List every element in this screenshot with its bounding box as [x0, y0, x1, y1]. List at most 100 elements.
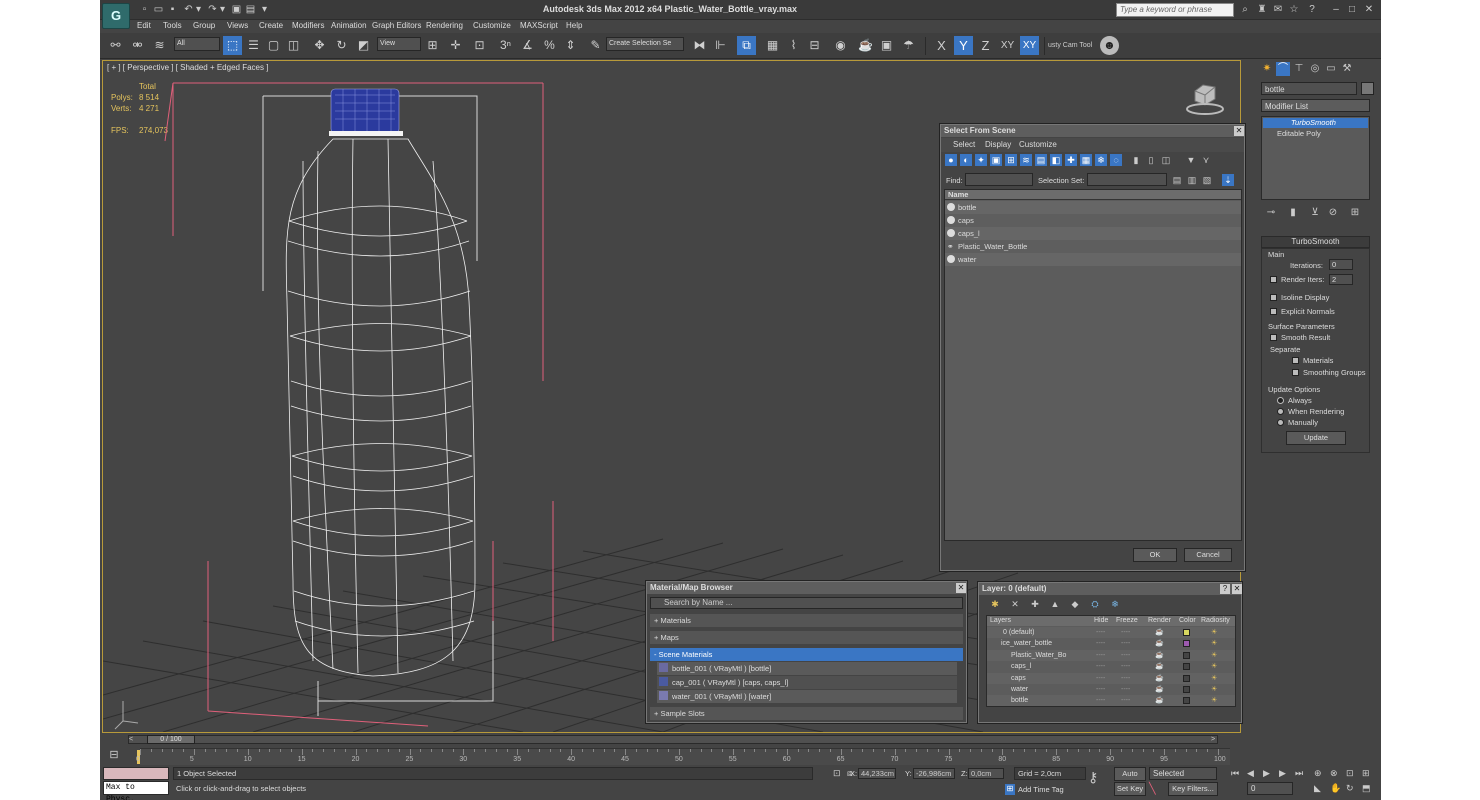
material-search-input[interactable]: Search by Name ... [650, 597, 963, 609]
col-freeze[interactable]: Freeze [1116, 616, 1138, 626]
snaps-toggle-icon[interactable]: 3ⁿ [496, 36, 515, 55]
save-file-icon[interactable]: ▪ [166, 3, 179, 16]
select-highlighted-icon[interactable]: ▲ [1049, 598, 1061, 610]
list-item[interactable]: caps [945, 214, 1241, 227]
freeze-toggle[interactable]: ---- [1121, 638, 1130, 649]
select-and-manipulate-icon[interactable]: ✛ [446, 36, 465, 55]
layer-row[interactable]: caps ---- ---- ☕ ☀ [987, 672, 1235, 684]
separate-smoothing-checkbox[interactable] [1292, 369, 1299, 376]
freeze-toggle[interactable]: ---- [1121, 650, 1130, 661]
spacewarp-filter-icon[interactable]: ≋ [1020, 154, 1032, 166]
find-input[interactable] [965, 173, 1033, 186]
remove-modifier-icon[interactable]: ⊘ [1326, 206, 1340, 220]
angle-snap-icon[interactable]: ∡ [518, 36, 537, 55]
key-icon[interactable]: ╲ [1149, 782, 1165, 796]
spinner-snap-icon[interactable]: ⇕ [561, 36, 580, 55]
prev-frame-icon[interactable]: < [129, 736, 133, 743]
render-teapot-icon[interactable]: ☕ [1155, 627, 1164, 638]
container-filter-icon[interactable]: ▦ [1080, 154, 1092, 166]
help-icon[interactable]: ? [1306, 3, 1318, 16]
shape-filter-icon[interactable]: ◐ [960, 154, 972, 166]
object-color-swatch[interactable] [1361, 82, 1374, 95]
percent-snap-icon[interactable]: % [540, 36, 559, 55]
frozen-filter-icon[interactable]: ❄ [1095, 154, 1107, 166]
next-frame-icon[interactable]: > [1211, 736, 1215, 743]
hidden-filter-icon[interactable]: ◌ [1110, 154, 1122, 166]
menu-modifiers[interactable]: Modifiers [292, 21, 324, 30]
curve-editor-icon[interactable]: ⌇ [784, 36, 803, 55]
set-key-mode-icon[interactable]: ⚷ [1088, 769, 1098, 786]
layer-color-swatch[interactable] [1183, 640, 1190, 648]
reference-coordinate-dropdown[interactable]: View [377, 37, 421, 51]
new-file-icon[interactable]: ▫ [138, 3, 151, 16]
menu-tools[interactable]: Tools [163, 21, 182, 30]
menu-create[interactable]: Create [259, 21, 283, 30]
group-maps[interactable]: + Maps [650, 631, 963, 644]
layer-color-swatch[interactable] [1183, 663, 1190, 671]
menu-help[interactable]: Help [566, 21, 582, 30]
named-selection-set-dropdown[interactable]: Create Selection Se [606, 37, 684, 51]
cancel-button[interactable]: Cancel [1184, 548, 1232, 562]
link-icon[interactable]: ⚯ [106, 36, 125, 55]
xref-filter-icon[interactable]: ◧ [1050, 154, 1062, 166]
menu-graph-editors[interactable]: Graph Editors [372, 21, 421, 30]
modifier-list-dropdown[interactable]: Modifier List [1261, 99, 1370, 112]
auto-key-button[interactable]: Auto Key [1114, 767, 1146, 790]
freeze-toggle[interactable]: ---- [1121, 673, 1130, 684]
window-crossing-icon[interactable]: ◫ [284, 36, 303, 55]
cam-tool-icon[interactable]: ☻ [1100, 36, 1119, 55]
open-file-icon[interactable]: ▭ [152, 3, 165, 16]
z-coord-field[interactable]: 0,0cm [968, 768, 1004, 779]
3dsmax-logo-icon[interactable]: G [102, 3, 130, 29]
menu-edit[interactable]: Edit [137, 21, 151, 30]
menu-customize[interactable]: Customize [473, 21, 511, 30]
material-browser-title[interactable]: Material/Map Browser [647, 582, 966, 594]
radiosity-icon[interactable]: ☀ [1211, 638, 1217, 649]
create-layer-icon[interactable]: ✱ [989, 598, 1001, 610]
layer-color-swatch[interactable] [1183, 651, 1190, 659]
name-column-header[interactable]: Name [945, 190, 1241, 200]
ok-button[interactable]: OK [1133, 548, 1177, 562]
list-item[interactable]: caps_l [945, 227, 1241, 240]
stack-item-editable-poly[interactable]: Editable Poly [1263, 129, 1368, 139]
perspective-viewport[interactable]: [ + ] [ Perspective ] [ Shaded + Edged F… [102, 60, 1245, 733]
maxscript-listener-output[interactable] [103, 767, 169, 780]
current-frame-field[interactable]: 0 [1247, 782, 1293, 795]
select-menu-select[interactable]: Select [953, 140, 975, 149]
hide-toggle[interactable]: ---- [1096, 650, 1105, 661]
key-filters-button[interactable]: Key Filters... [1168, 782, 1218, 796]
motion-tab-icon[interactable]: ◎ [1308, 62, 1322, 76]
modify-tab-icon[interactable]: ⌒ [1276, 62, 1290, 76]
close-icon[interactable]: ✕ [1232, 584, 1242, 594]
layer-dialog-title[interactable]: Layer: 0 (default) [979, 583, 1241, 595]
select-menu-customize[interactable]: Customize [1019, 140, 1057, 149]
radiosity-icon[interactable]: ☀ [1211, 661, 1217, 672]
material-item[interactable]: bottle_001 ( VRayMtl ) [bottle] [657, 662, 957, 675]
select-all-icon[interactable]: ▤ [1171, 174, 1183, 186]
material-item[interactable]: water_001 ( VRayMtl ) [water] [657, 690, 957, 703]
render-teapot-icon[interactable]: ☕ [1155, 684, 1164, 695]
zoom-extents-icon[interactable]: ⊡ [1346, 768, 1358, 780]
orbit-icon[interactable]: ↻ [1346, 783, 1358, 795]
axis-x-button[interactable]: X [932, 36, 951, 55]
menu-group[interactable]: Group [193, 21, 215, 30]
hide-all-icon[interactable]: ⛭ [1089, 598, 1101, 610]
group-sample-slots[interactable]: + Sample Slots [650, 707, 963, 720]
y-coord-field[interactable]: -26,986cm [913, 768, 955, 779]
zoom-extents-all-icon[interactable]: ⊞ [1362, 768, 1374, 780]
render-setup-icon[interactable]: ☕ [856, 36, 875, 55]
unlink-icon[interactable]: ⚮ [128, 36, 147, 55]
delete-layer-icon[interactable]: ✕ [1009, 598, 1021, 610]
col-hide[interactable]: Hide [1094, 616, 1108, 626]
bone-filter-icon[interactable]: ✚ [1065, 154, 1077, 166]
update-when-rendering-radio[interactable] [1277, 408, 1284, 415]
list-item[interactable]: ⚭ Plastic_Water_Bottle [945, 240, 1241, 253]
move-icon[interactable]: ✥ [310, 36, 329, 55]
field-of-view-icon[interactable]: ◣ [1314, 783, 1326, 795]
layer-manager-icon[interactable]: ⧉ [737, 36, 756, 55]
pin-stack-icon[interactable]: ⊸ [1264, 206, 1278, 220]
favorites-icon[interactable]: ☆ [1288, 3, 1300, 16]
selection-lock-icon[interactable]: ⊡ [833, 768, 843, 779]
binoculars-icon[interactable]: ⌕ [1239, 3, 1251, 16]
select-invert-icon[interactable]: ▧ [1201, 174, 1213, 186]
